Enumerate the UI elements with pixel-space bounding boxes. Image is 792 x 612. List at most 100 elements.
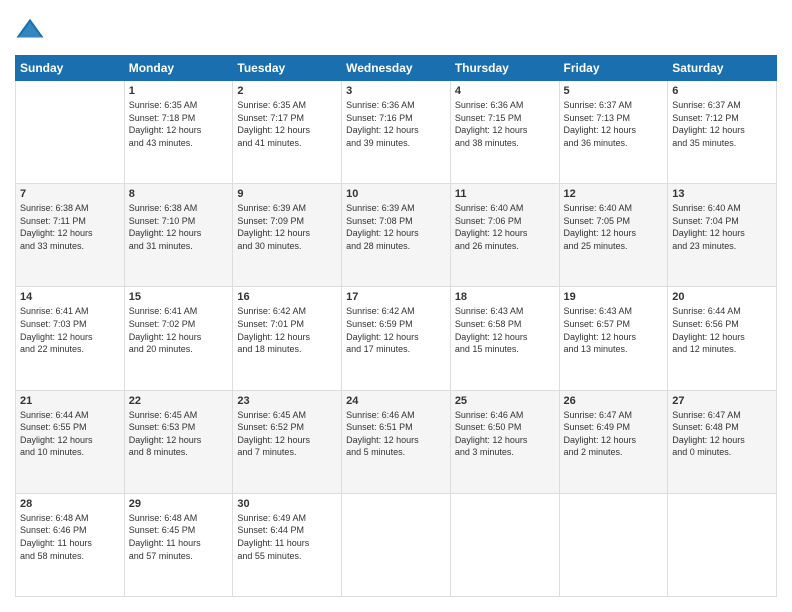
logo xyxy=(15,15,49,45)
day-number: 10 xyxy=(346,188,446,200)
day-info: Sunrise: 6:44 AM Sunset: 6:55 PM Dayligh… xyxy=(20,409,120,459)
calendar-cell: 21 Sunrise: 6:44 AM Sunset: 6:55 PM Dayli… xyxy=(16,390,125,493)
calendar-cell: 4 Sunrise: 6:36 AM Sunset: 7:15 PM Daylig… xyxy=(450,81,559,184)
day-number: 27 xyxy=(672,395,772,407)
calendar-cell: 23Sunrise: 6:45 AM Sunset: 6:52 PM Dayli… xyxy=(233,390,342,493)
week-row-2: 7 Sunrise: 6:38 AM Sunset: 7:11 PM Daylig… xyxy=(16,184,777,287)
calendar-cell: 29 Sunrise: 6:48 AM Sunset: 6:45 PM Dayli… xyxy=(124,493,233,596)
logo-icon xyxy=(15,15,45,45)
day-number: 30 xyxy=(237,498,337,510)
day-info: Sunrise: 6:46 AM Sunset: 6:50 PM Dayligh… xyxy=(455,409,555,459)
calendar-cell: 2 Sunrise: 6:35 AM Sunset: 7:17 PM Daylig… xyxy=(233,81,342,184)
page: SundayMondayTuesdayWednesdayThursdayFrid… xyxy=(0,0,792,612)
day-info: Sunrise: 6:47 AM Sunset: 6:48 PM Dayligh… xyxy=(672,409,772,459)
weekday-header-tuesday: Tuesday xyxy=(233,56,342,81)
calendar-cell: 30Sunrise: 6:49 AM Sunset: 6:44 PM Dayli… xyxy=(233,493,342,596)
day-number: 14 xyxy=(20,291,120,303)
day-number: 4 xyxy=(455,85,555,97)
header xyxy=(15,15,777,45)
calendar-cell: 10Sunrise: 6:39 AM Sunset: 7:08 PM Dayli… xyxy=(342,184,451,287)
day-number: 29 xyxy=(129,498,229,510)
week-row-1: 1 Sunrise: 6:35 AM Sunset: 7:18 PM Daylig… xyxy=(16,81,777,184)
day-number: 7 xyxy=(20,188,120,200)
weekday-header-friday: Friday xyxy=(559,56,668,81)
day-info: Sunrise: 6:37 AM Sunset: 7:12 PM Dayligh… xyxy=(672,99,772,149)
day-info: Sunrise: 6:43 AM Sunset: 6:57 PM Dayligh… xyxy=(564,305,664,355)
day-number: 9 xyxy=(237,188,337,200)
day-info: Sunrise: 6:41 AM Sunset: 7:03 PM Dayligh… xyxy=(20,305,120,355)
day-number: 28 xyxy=(20,498,120,510)
day-info: Sunrise: 6:48 AM Sunset: 6:46 PM Dayligh… xyxy=(20,512,120,562)
calendar-cell: 13Sunrise: 6:40 AM Sunset: 7:04 PM Dayli… xyxy=(668,184,777,287)
calendar-cell: 7 Sunrise: 6:38 AM Sunset: 7:11 PM Daylig… xyxy=(16,184,125,287)
calendar-cell: 1 Sunrise: 6:35 AM Sunset: 7:18 PM Daylig… xyxy=(124,81,233,184)
weekday-row: SundayMondayTuesdayWednesdayThursdayFrid… xyxy=(16,56,777,81)
day-number: 17 xyxy=(346,291,446,303)
weekday-header-monday: Monday xyxy=(124,56,233,81)
week-row-5: 28 Sunrise: 6:48 AM Sunset: 6:46 PM Dayli… xyxy=(16,493,777,596)
day-number: 23 xyxy=(237,395,337,407)
day-info: Sunrise: 6:40 AM Sunset: 7:06 PM Dayligh… xyxy=(455,202,555,252)
calendar-cell: 20 Sunrise: 6:44 AM Sunset: 6:56 PM Dayli… xyxy=(668,287,777,390)
day-number: 20 xyxy=(672,291,772,303)
day-number: 18 xyxy=(455,291,555,303)
calendar-cell: 24 Sunrise: 6:46 AM Sunset: 6:51 PM Dayli… xyxy=(342,390,451,493)
day-info: Sunrise: 6:42 AM Sunset: 7:01 PM Dayligh… xyxy=(237,305,337,355)
calendar-cell: 17 Sunrise: 6:42 AM Sunset: 6:59 PM Dayli… xyxy=(342,287,451,390)
day-number: 21 xyxy=(20,395,120,407)
calendar-cell xyxy=(559,493,668,596)
day-info: Sunrise: 6:40 AM Sunset: 7:04 PM Dayligh… xyxy=(672,202,772,252)
day-number: 22 xyxy=(129,395,229,407)
day-number: 8 xyxy=(129,188,229,200)
day-info: Sunrise: 6:41 AM Sunset: 7:02 PM Dayligh… xyxy=(129,305,229,355)
calendar-cell: 22 Sunrise: 6:45 AM Sunset: 6:53 PM Dayli… xyxy=(124,390,233,493)
day-number: 25 xyxy=(455,395,555,407)
weekday-header-wednesday: Wednesday xyxy=(342,56,451,81)
weekday-header-thursday: Thursday xyxy=(450,56,559,81)
calendar-cell: 18 Sunrise: 6:43 AM Sunset: 6:58 PM Dayli… xyxy=(450,287,559,390)
calendar-cell: 5Sunrise: 6:37 AM Sunset: 7:13 PM Daylig… xyxy=(559,81,668,184)
weekday-header-sunday: Sunday xyxy=(16,56,125,81)
calendar-cell: 26Sunrise: 6:47 AM Sunset: 6:49 PM Dayli… xyxy=(559,390,668,493)
day-number: 1 xyxy=(129,85,229,97)
calendar-cell: 19 Sunrise: 6:43 AM Sunset: 6:57 PM Dayli… xyxy=(559,287,668,390)
day-info: Sunrise: 6:38 AM Sunset: 7:10 PM Dayligh… xyxy=(129,202,229,252)
day-info: Sunrise: 6:35 AM Sunset: 7:18 PM Dayligh… xyxy=(129,99,229,149)
day-number: 3 xyxy=(346,85,446,97)
calendar-cell: 12 Sunrise: 6:40 AM Sunset: 7:05 PM Dayli… xyxy=(559,184,668,287)
day-info: Sunrise: 6:42 AM Sunset: 6:59 PM Dayligh… xyxy=(346,305,446,355)
calendar-cell: 15 Sunrise: 6:41 AM Sunset: 7:02 PM Dayli… xyxy=(124,287,233,390)
day-number: 24 xyxy=(346,395,446,407)
calendar-cell: 11 Sunrise: 6:40 AM Sunset: 7:06 PM Dayli… xyxy=(450,184,559,287)
day-number: 12 xyxy=(564,188,664,200)
day-number: 16 xyxy=(237,291,337,303)
day-number: 6 xyxy=(672,85,772,97)
calendar-cell: 6 Sunrise: 6:37 AM Sunset: 7:12 PM Daylig… xyxy=(668,81,777,184)
day-info: Sunrise: 6:46 AM Sunset: 6:51 PM Dayligh… xyxy=(346,409,446,459)
day-info: Sunrise: 6:35 AM Sunset: 7:17 PM Dayligh… xyxy=(237,99,337,149)
day-info: Sunrise: 6:36 AM Sunset: 7:15 PM Dayligh… xyxy=(455,99,555,149)
day-number: 26 xyxy=(564,395,664,407)
day-number: 15 xyxy=(129,291,229,303)
calendar-cell xyxy=(450,493,559,596)
day-info: Sunrise: 6:45 AM Sunset: 6:53 PM Dayligh… xyxy=(129,409,229,459)
calendar-table: SundayMondayTuesdayWednesdayThursdayFrid… xyxy=(15,55,777,597)
day-number: 11 xyxy=(455,188,555,200)
calendar-cell xyxy=(668,493,777,596)
calendar-body: 1 Sunrise: 6:35 AM Sunset: 7:18 PM Daylig… xyxy=(16,81,777,597)
calendar-cell: 9 Sunrise: 6:39 AM Sunset: 7:09 PM Daylig… xyxy=(233,184,342,287)
day-info: Sunrise: 6:40 AM Sunset: 7:05 PM Dayligh… xyxy=(564,202,664,252)
calendar-cell xyxy=(16,81,125,184)
day-info: Sunrise: 6:44 AM Sunset: 6:56 PM Dayligh… xyxy=(672,305,772,355)
day-info: Sunrise: 6:39 AM Sunset: 7:09 PM Dayligh… xyxy=(237,202,337,252)
week-row-4: 21 Sunrise: 6:44 AM Sunset: 6:55 PM Dayli… xyxy=(16,390,777,493)
day-number: 2 xyxy=(237,85,337,97)
day-info: Sunrise: 6:38 AM Sunset: 7:11 PM Dayligh… xyxy=(20,202,120,252)
day-info: Sunrise: 6:48 AM Sunset: 6:45 PM Dayligh… xyxy=(129,512,229,562)
day-number: 19 xyxy=(564,291,664,303)
calendar-cell: 25 Sunrise: 6:46 AM Sunset: 6:50 PM Dayli… xyxy=(450,390,559,493)
calendar-cell: 27 Sunrise: 6:47 AM Sunset: 6:48 PM Dayli… xyxy=(668,390,777,493)
day-info: Sunrise: 6:37 AM Sunset: 7:13 PM Dayligh… xyxy=(564,99,664,149)
calendar-cell: 3Sunrise: 6:36 AM Sunset: 7:16 PM Daylig… xyxy=(342,81,451,184)
day-info: Sunrise: 6:43 AM Sunset: 6:58 PM Dayligh… xyxy=(455,305,555,355)
